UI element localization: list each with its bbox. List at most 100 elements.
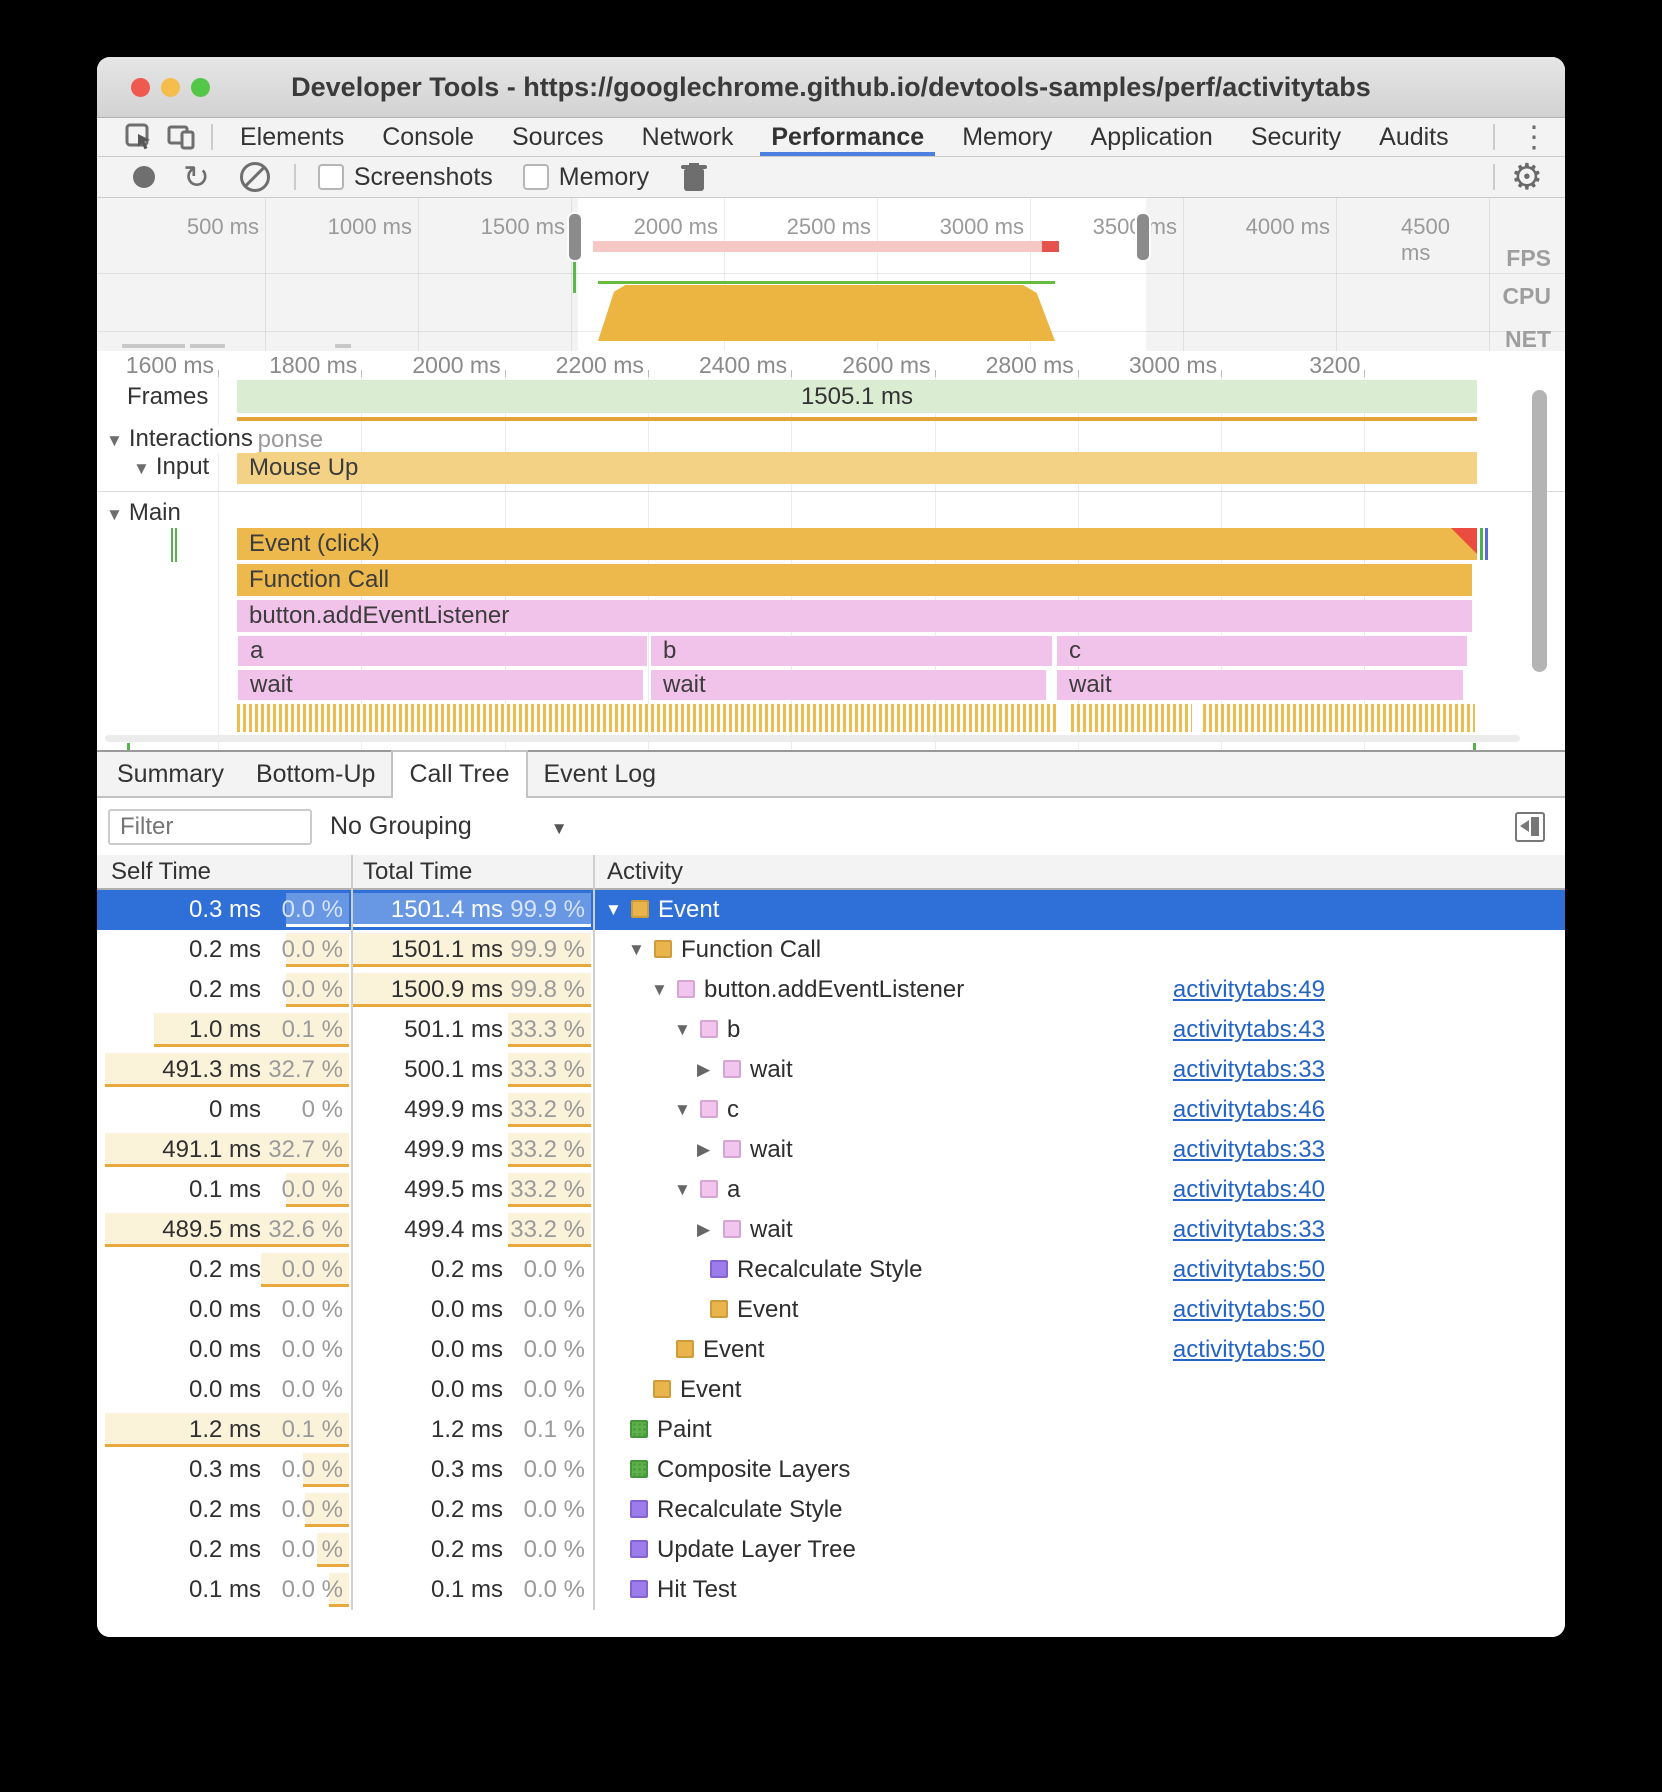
activity-label[interactable]: Function Call (681, 930, 821, 970)
column-header-self-time[interactable]: Self Time (111, 855, 211, 890)
activity-label[interactable]: Paint (657, 1410, 712, 1450)
flame-bar-b[interactable]: b (651, 636, 1052, 666)
collapse-triangle-icon[interactable]: ▼ (106, 505, 123, 524)
flame-bar-addeventlistener[interactable]: button.addEventListener (237, 600, 1472, 632)
selection-right-handle[interactable] (1135, 212, 1151, 262)
table-row[interactable]: 0.2 ms0.0 %1500.9 ms99.8 %▼button.addEve… (97, 970, 1565, 1010)
tree-collapsed-icon[interactable]: ▶ (697, 1130, 710, 1170)
activity-label[interactable]: a (727, 1170, 740, 1210)
grouping-dropdown[interactable]: No Grouping ▼ (330, 798, 568, 855)
table-row[interactable]: 0.2 ms0.0 %1501.1 ms99.9 %▼Function Call (97, 930, 1565, 970)
table-row[interactable]: 0.1 ms0.0 %499.5 ms33.2 %▼aactivitytabs:… (97, 1170, 1565, 1210)
table-row[interactable]: 0.0 ms0.0 %0.0 ms0.0 %Event (97, 1370, 1565, 1410)
screenshots-checkbox[interactable] (318, 164, 344, 190)
table-row[interactable]: 1.0 ms0.1 %501.1 ms33.3 %▼bactivitytabs:… (97, 1010, 1565, 1050)
table-row[interactable]: 1.2 ms0.1 %1.2 ms0.1 %Paint (97, 1410, 1565, 1450)
table-row[interactable]: 0.2 ms0.0 %0.2 ms0.0 %Recalculate Stylea… (97, 1250, 1565, 1290)
device-toolbar-icon[interactable] (167, 123, 197, 151)
tab-elements[interactable]: Elements (221, 118, 363, 156)
response-bar[interactable] (237, 417, 1477, 421)
column-header-total-time[interactable]: Total Time (363, 855, 472, 890)
tab-sources[interactable]: Sources (493, 118, 623, 156)
filter-input[interactable] (108, 809, 312, 845)
source-link[interactable]: activitytabs:33 (1173, 1210, 1325, 1250)
source-link[interactable]: activitytabs:33 (1173, 1130, 1325, 1170)
column-divider[interactable] (351, 855, 353, 1610)
activity-label[interactable]: wait (750, 1210, 793, 1250)
tab-summary[interactable]: Summary (101, 752, 240, 796)
tab-console[interactable]: Console (363, 118, 493, 156)
table-row[interactable]: 491.1 ms32.7 %499.9 ms33.2 %▶waitactivit… (97, 1130, 1565, 1170)
activity-label[interactable]: c (727, 1090, 739, 1130)
table-row[interactable]: 0.3 ms0.0 %0.3 ms0.0 %Composite Layers (97, 1450, 1565, 1490)
activity-label[interactable]: b (727, 1010, 740, 1050)
table-row[interactable]: 0.2 ms0.0 %0.2 ms0.0 %Update Layer Tree (97, 1530, 1565, 1570)
flame-bar-wait-2[interactable]: wait (651, 670, 1046, 700)
tab-bottom-up[interactable]: Bottom-Up (240, 752, 391, 796)
tree-expanded-icon[interactable]: ▼ (628, 930, 645, 970)
tab-event-log[interactable]: Event Log (528, 752, 673, 796)
tree-collapsed-icon[interactable]: ▶ (697, 1050, 710, 1090)
flame-bar-event-click[interactable]: Event (click) (237, 528, 1477, 560)
table-row[interactable]: 0 ms0 %499.9 ms33.2 %▼cactivitytabs:46 (97, 1090, 1565, 1130)
tab-audits[interactable]: Audits (1360, 118, 1467, 156)
flame-bar-wait-3[interactable]: wait (1057, 670, 1463, 700)
tree-expanded-icon[interactable]: ▼ (651, 970, 668, 1010)
collapse-triangle-icon[interactable]: ▼ (133, 459, 150, 478)
source-link[interactable]: activitytabs:50 (1173, 1250, 1325, 1290)
source-link[interactable]: activitytabs:50 (1173, 1330, 1325, 1370)
horizontal-scrollbar[interactable] (105, 735, 1520, 742)
activity-label[interactable]: Update Layer Tree (657, 1530, 856, 1570)
timeline-tracks[interactable]: Frames 1505.1 ms Response ▼Interactions … (97, 377, 1565, 750)
tree-expanded-icon[interactable]: ▼ (674, 1010, 691, 1050)
table-row[interactable]: 491.3 ms32.7 %500.1 ms33.3 %▶waitactivit… (97, 1050, 1565, 1090)
timeline-overview[interactable]: 500 ms1000 ms1500 ms2000 ms2500 ms3000 m… (97, 198, 1565, 351)
flame-bar-c[interactable]: c (1057, 636, 1467, 666)
source-link[interactable]: activitytabs:50 (1173, 1290, 1325, 1330)
table-row[interactable]: 489.5 ms32.6 %499.4 ms33.2 %▶waitactivit… (97, 1210, 1565, 1250)
tab-application[interactable]: Application (1072, 118, 1232, 156)
tab-security[interactable]: Security (1232, 118, 1360, 156)
collapse-triangle-icon[interactable]: ▼ (106, 431, 123, 450)
clear-icon[interactable] (240, 162, 270, 192)
tab-memory[interactable]: Memory (943, 118, 1071, 156)
tab-call-tree[interactable]: Call Tree (391, 750, 527, 798)
interactions-track-label[interactable]: ▼Interactions (106, 425, 257, 453)
table-row[interactable]: 0.0 ms0.0 %0.0 ms0.0 %Eventactivitytabs:… (97, 1330, 1565, 1370)
main-track-label[interactable]: ▼Main (106, 499, 185, 527)
activity-label[interactable]: Hit Test (657, 1570, 737, 1610)
activity-label[interactable]: Event (737, 1290, 798, 1330)
activity-label[interactable]: Event (658, 890, 719, 930)
inspect-element-icon[interactable] (125, 123, 153, 151)
activity-label[interactable]: Recalculate Style (737, 1250, 922, 1290)
flame-bar-a[interactable]: a (238, 636, 647, 666)
vertical-scrollbar[interactable] (1532, 390, 1547, 672)
reload-and-profile-icon[interactable]: ↻ (183, 159, 210, 195)
show-sidebar-icon[interactable] (1515, 812, 1545, 842)
tree-expanded-icon[interactable]: ▼ (605, 890, 622, 930)
selection-left-handle[interactable] (567, 212, 583, 262)
tree-collapsed-icon[interactable]: ▶ (697, 1210, 710, 1250)
screenshots-label[interactable]: Screenshots (354, 163, 493, 192)
mouse-up-bar[interactable]: Mouse Up (237, 452, 1477, 484)
flame-bar-function-call[interactable]: Function Call (237, 564, 1472, 596)
flame-bar-wait-1[interactable]: wait (238, 670, 643, 700)
activity-label[interactable]: button.addEventListener (704, 970, 964, 1010)
source-link[interactable]: activitytabs:46 (1173, 1090, 1325, 1130)
settings-gear-icon[interactable]: ⚙ (1511, 156, 1543, 198)
table-row[interactable]: 0.0 ms0.0 %0.0 ms0.0 %Eventactivitytabs:… (97, 1290, 1565, 1330)
record-icon[interactable] (133, 166, 155, 188)
source-link[interactable]: activitytabs:33 (1173, 1050, 1325, 1090)
tree-expanded-icon[interactable]: ▼ (674, 1090, 691, 1130)
activity-label[interactable]: wait (750, 1050, 793, 1090)
activity-label[interactable]: Event (703, 1330, 764, 1370)
input-track-label[interactable]: ▼Input (133, 453, 213, 481)
table-row[interactable]: 0.1 ms0.0 %0.1 ms0.0 %Hit Test (97, 1570, 1565, 1610)
table-row[interactable]: 0.2 ms0.0 %0.2 ms0.0 %Recalculate Style (97, 1490, 1565, 1530)
source-link[interactable]: activitytabs:49 (1173, 970, 1325, 1010)
garbage-collect-icon[interactable] (681, 163, 707, 191)
memory-checkbox[interactable] (523, 164, 549, 190)
frames-bar[interactable]: 1505.1 ms (237, 380, 1477, 413)
more-options-icon[interactable]: ⋮ (1503, 120, 1565, 155)
memory-label[interactable]: Memory (559, 163, 649, 192)
